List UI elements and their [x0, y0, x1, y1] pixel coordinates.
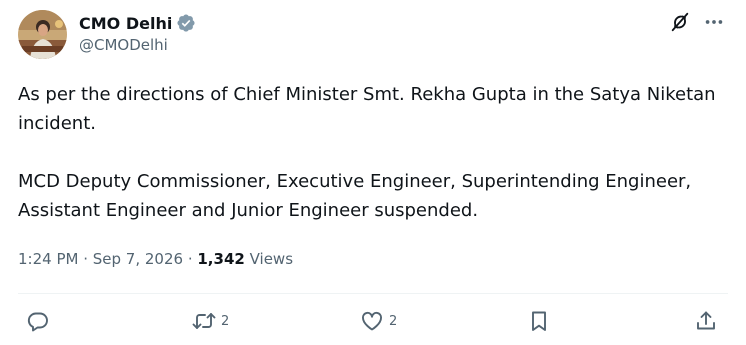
avatar[interactable] — [18, 10, 67, 59]
tweet-meta: 1:24 PM · Sep 7, 2026 · 1,342 Views — [18, 250, 293, 268]
heart-icon — [359, 309, 385, 333]
repost-button[interactable]: 2 — [191, 309, 229, 333]
meta-separator: · — [183, 250, 198, 268]
bookmark-icon — [527, 309, 551, 333]
reply-icon — [26, 309, 50, 333]
tweet-paragraph: As per the directions of Chief Minister … — [18, 84, 716, 134]
tweet-text: As per the directions of Chief Minister … — [18, 80, 730, 225]
author-handle[interactable]: @CMODelhi — [79, 36, 168, 54]
more-icon[interactable] — [702, 10, 726, 34]
tweet-time[interactable]: 1:24 PM — [18, 250, 78, 268]
reply-button[interactable] — [26, 309, 54, 333]
like-count: 2 — [389, 313, 398, 329]
tweet-paragraph: MCD Deputy Commissioner, Executive Engin… — [18, 171, 692, 221]
repost-icon — [191, 309, 217, 333]
views-label: Views — [244, 250, 294, 268]
bookmark-button[interactable] — [527, 309, 551, 333]
tweet-date[interactable]: Sep 7, 2026 — [93, 250, 183, 268]
repost-count: 2 — [221, 313, 230, 329]
display-name[interactable]: CMO Delhi — [79, 14, 172, 33]
meta-separator: · — [78, 250, 93, 268]
views-count: 1,342 — [197, 250, 245, 268]
verified-badge-icon — [176, 13, 196, 33]
divider — [18, 293, 728, 294]
share-button[interactable] — [694, 309, 718, 333]
like-button[interactable]: 2 — [359, 309, 397, 333]
grok-icon[interactable] — [668, 10, 692, 34]
tweet-card: CMO Delhi @CMODelhi As per the direction… — [0, 0, 746, 345]
action-bar: 2 2 — [0, 309, 746, 337]
share-icon — [694, 309, 718, 333]
author-name-row: CMO Delhi — [79, 12, 196, 34]
header-actions — [668, 10, 726, 34]
